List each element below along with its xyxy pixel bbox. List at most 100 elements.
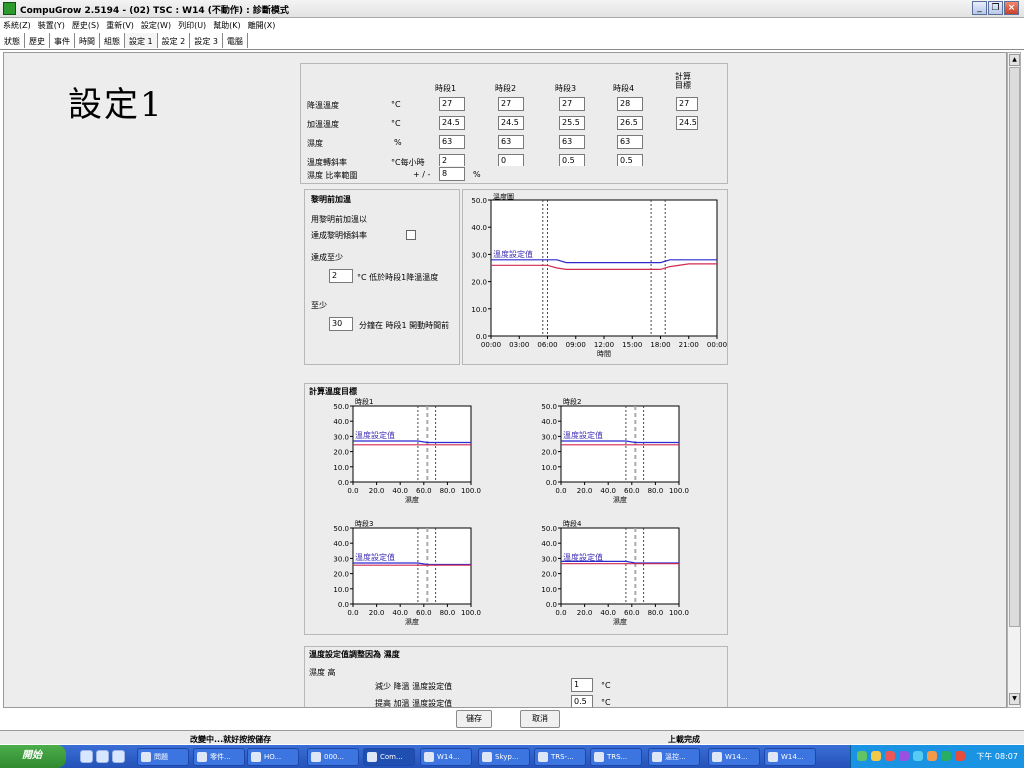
taskbar-item[interactable]: 溫控...: [648, 748, 700, 766]
y-tick-label: 30.0: [471, 251, 487, 259]
menu-item[interactable]: 幫助(K): [210, 18, 245, 31]
tray-icon[interactable]: [857, 751, 867, 761]
taskbar-item[interactable]: TRS...: [590, 748, 642, 766]
tab[interactable]: 電腦: [223, 33, 248, 48]
quicklaunch-icon[interactable]: [80, 750, 93, 763]
x-tick-label: 00:00: [707, 341, 727, 349]
taskbar-item[interactable]: TRS-...: [534, 748, 586, 766]
menu-item[interactable]: 系統(Z): [0, 18, 35, 31]
col-header-1: 時段1: [435, 84, 457, 93]
close-button[interactable]: ×: [1004, 1, 1019, 15]
menu-item[interactable]: 列印(U): [175, 18, 210, 31]
tab[interactable]: 設定 3: [190, 33, 223, 48]
y-tick-label: 20.0: [541, 449, 557, 457]
tray-icon[interactable]: [899, 751, 909, 761]
humidity-period4-input[interactable]: 63: [617, 135, 643, 149]
start-button[interactable]: 開始: [0, 745, 66, 768]
cooling-period4-input[interactable]: 28: [617, 97, 643, 111]
atleast-input[interactable]: 30: [329, 317, 353, 331]
minimize-button[interactable]: _: [972, 1, 987, 15]
tray-icon[interactable]: [927, 751, 937, 761]
predawn-line1: 用黎明前加溫以: [311, 215, 367, 224]
taskbar-item[interactable]: 零件...: [193, 748, 245, 766]
cooling-period1-input[interactable]: 27: [439, 97, 465, 111]
y-tick-label: 20.0: [333, 571, 349, 579]
tab[interactable]: 時間: [75, 33, 100, 48]
x-tick-label: 20.0: [577, 609, 593, 617]
col-header-4: 時段4: [613, 84, 635, 93]
taskbar-item[interactable]: Skyp...: [478, 748, 530, 766]
reduce-cooling-input[interactable]: 1: [571, 678, 593, 692]
taskbar-item[interactable]: 000...: [307, 748, 359, 766]
tray-icon[interactable]: [955, 751, 965, 761]
menu-item[interactable]: 離開(X): [245, 18, 280, 31]
scroll-up-icon[interactable]: ▲: [1009, 54, 1020, 66]
heating-target-value: 24.5: [676, 116, 698, 130]
heating-period3-input[interactable]: 25.5: [559, 116, 585, 130]
x-tick-label: 80.0: [648, 487, 664, 495]
col-header-target: 計算 目標: [675, 72, 691, 90]
quicklaunch-icon[interactable]: [96, 750, 109, 763]
tab[interactable]: 設定 1: [125, 33, 158, 48]
taskbar-item[interactable]: 問題: [137, 748, 189, 766]
x-tick-label: 80.0: [648, 609, 664, 617]
menu-item[interactable]: 設定(W): [138, 18, 175, 31]
x-tick-label: 100.0: [461, 609, 481, 617]
col-header-2: 時段2: [495, 84, 517, 93]
tray-icon[interactable]: [885, 751, 895, 761]
cancel-button[interactable]: 取消: [520, 710, 560, 728]
system-tray: 下午 08:07: [850, 745, 1024, 768]
x-tick-label: 03:00: [509, 341, 529, 349]
menu-item[interactable]: 裝置(Y): [35, 18, 69, 31]
heating-period2-input[interactable]: 24.5: [498, 116, 524, 130]
reach-input[interactable]: 2: [329, 269, 353, 283]
tray-icon[interactable]: [913, 751, 923, 761]
humidity-period3-input[interactable]: 63: [559, 135, 585, 149]
scroll-thumb[interactable]: [1009, 67, 1020, 627]
cooling-period3-input[interactable]: 27: [559, 97, 585, 111]
scroll-down-icon[interactable]: ▼: [1009, 693, 1020, 705]
cooling-period2-input[interactable]: 27: [498, 97, 524, 111]
x-tick-label: 18:00: [650, 341, 670, 349]
tab[interactable]: 設定 2: [158, 33, 191, 48]
heating-period4-input[interactable]: 26.5: [617, 116, 643, 130]
overlay-label: 溫度設定值: [563, 430, 603, 440]
taskbar-item[interactable]: Com...: [363, 748, 415, 766]
y-tick-label: 40.0: [471, 224, 487, 232]
reduce-cooling-unit: °C: [601, 681, 611, 690]
plot-area: [490, 199, 718, 337]
row-unit-cooling: °C: [391, 100, 401, 109]
taskbar-item[interactable]: HO...: [247, 748, 299, 766]
tab[interactable]: 組態: [100, 33, 125, 48]
y-tick-label: 20.0: [471, 279, 487, 287]
x-tick-label: 20.0: [369, 487, 385, 495]
save-button[interactable]: 儲存: [456, 710, 492, 728]
y-tick-label: 0.0: [338, 601, 349, 609]
heating-period1-input[interactable]: 24.5: [439, 116, 465, 130]
tray-icon[interactable]: [871, 751, 881, 761]
restore-button[interactable]: ❐: [988, 1, 1003, 15]
tab[interactable]: 事件: [50, 33, 75, 48]
x-tick-label: 100.0: [669, 609, 689, 617]
raise-heating-input[interactable]: 0.5: [571, 695, 593, 707]
quicklaunch-icon[interactable]: [112, 750, 125, 763]
taskbar-item[interactable]: W14...: [708, 748, 760, 766]
taskbar-item[interactable]: W14...: [420, 748, 472, 766]
taskbar-item[interactable]: W14...: [764, 748, 816, 766]
tray-icon[interactable]: [941, 751, 951, 761]
y-tick-label: 30.0: [333, 433, 349, 441]
vertical-scrollbar[interactable]: ▲ ▼: [1007, 52, 1021, 708]
col-header-3: 時段3: [555, 84, 577, 93]
tab[interactable]: 狀態: [0, 33, 25, 48]
menu-item[interactable]: 歷史(S): [69, 18, 103, 31]
humidity-period1-input[interactable]: 63: [439, 135, 465, 149]
predawn-ramp-checkbox[interactable]: [406, 230, 416, 240]
temperature-chart-panel: 溫度圖 50.0 40.0 30.0 20.0 10.0 0.0 00:00 03:00 06:0…: [462, 189, 728, 365]
humidity-range-input[interactable]: 8: [439, 167, 465, 181]
menu-item[interactable]: 重新(V): [103, 18, 138, 31]
x-tick-label: 00:00: [481, 341, 501, 349]
tab[interactable]: 歷史: [25, 33, 50, 48]
humidity-period2-input[interactable]: 63: [498, 135, 524, 149]
humidity-range-row: 濕度 比率範圍 + / - 8 %: [300, 166, 728, 184]
row-label-heating: 加溫溫度: [307, 120, 339, 129]
